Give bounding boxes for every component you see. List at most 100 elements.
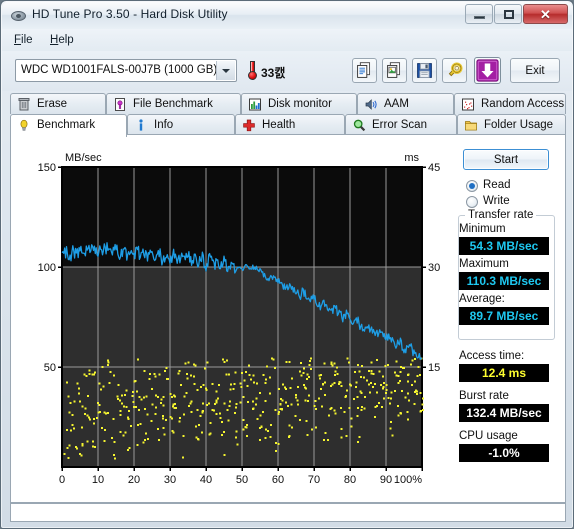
temperature-readout: 33캜 bbox=[261, 66, 286, 80]
random-access-icon bbox=[462, 98, 474, 111]
radio-read-label: Read bbox=[483, 179, 511, 191]
tab-info[interactable]: Info bbox=[127, 114, 235, 135]
title-bar: HD Tune Pro 3.50 - Hard Disk Utility ✕ bbox=[2, 2, 572, 30]
menu-bar: File Help bbox=[2, 29, 572, 51]
window-controls: ✕ bbox=[465, 4, 568, 24]
bar-chart-icon bbox=[249, 98, 261, 111]
drive-select-button[interactable] bbox=[216, 61, 235, 80]
speaker-icon bbox=[365, 99, 377, 110]
svg-text:60: 60 bbox=[272, 474, 284, 486]
copy-text-icon bbox=[357, 62, 371, 78]
tab-aam[interactable]: AAM bbox=[357, 93, 454, 114]
tab-disk-monitor[interactable]: Disk monitor bbox=[241, 93, 357, 114]
copy-text-button[interactable] bbox=[352, 58, 377, 83]
info-icon bbox=[139, 119, 143, 131]
tab-folder-usage-label: Folder Usage bbox=[484, 119, 554, 131]
magnifier-icon bbox=[353, 119, 366, 132]
transfer-rate-title: Transfer rate bbox=[465, 209, 537, 221]
folder-icon bbox=[465, 121, 477, 131]
benchmark-chart: MB/sec ms 50 100 150 15 30 45 0 10 20 30 40 50 60 70 80 9… bbox=[30, 145, 454, 497]
status-bar bbox=[10, 503, 566, 522]
tab-benchmark-label: Benchmark bbox=[37, 119, 96, 131]
radio-write-label: Write bbox=[483, 195, 510, 207]
benchmark-panel: MB/sec ms 50 100 150 15 30 45 0 10 20 30 40 50 60 70 80 9… bbox=[10, 134, 566, 503]
trash-icon bbox=[18, 98, 30, 111]
tab-benchmark[interactable]: Benchmark bbox=[10, 114, 127, 137]
svg-text:50: 50 bbox=[236, 474, 248, 486]
close-icon: ✕ bbox=[540, 7, 551, 22]
svg-text:100: 100 bbox=[38, 262, 56, 274]
tab-erase-label: Erase bbox=[37, 98, 68, 110]
start-button[interactable]: Start bbox=[463, 149, 549, 170]
svg-text:MB/sec: MB/sec bbox=[65, 152, 102, 164]
cpu-usage-label: CPU usage bbox=[459, 430, 518, 442]
maximum-value: 110.3 MB/sec bbox=[459, 272, 549, 290]
burst-rate-value: 132.4 MB/sec bbox=[459, 404, 549, 422]
copy-image-button[interactable] bbox=[382, 58, 407, 83]
tab-health[interactable]: Health bbox=[235, 114, 345, 135]
menu-item-file[interactable]: File bbox=[10, 33, 37, 47]
svg-text:20: 20 bbox=[128, 474, 140, 486]
application-window: HD Tune Pro 3.50 - Hard Disk Utility ✕ F… bbox=[0, 0, 574, 529]
svg-text:40: 40 bbox=[200, 474, 212, 486]
svg-text:80: 80 bbox=[344, 474, 356, 486]
minimize-button[interactable] bbox=[465, 4, 493, 24]
chevron-down-icon bbox=[222, 69, 230, 73]
save-icon bbox=[417, 63, 432, 78]
svg-text:150: 150 bbox=[38, 162, 56, 174]
tab-strip: Erase File Benchmark Disk monitor AAM Ra… bbox=[10, 93, 566, 137]
maximum-label: Maximum bbox=[459, 258, 509, 270]
tab-row-top: Erase File Benchmark Disk monitor AAM Ra… bbox=[10, 93, 566, 115]
close-button[interactable]: ✕ bbox=[523, 4, 568, 24]
drive-select[interactable]: WDC WD1001FALS-00J7B (1000 GB) bbox=[15, 59, 237, 82]
window-title: HD Tune Pro 3.50 - Hard Disk Utility bbox=[32, 7, 228, 21]
tab-random-access-label: Random Access bbox=[481, 98, 565, 110]
average-label: Average: bbox=[459, 293, 505, 305]
drive-select-value: WDC WD1001FALS-00J7B (1000 GB) bbox=[21, 64, 218, 76]
download-icon bbox=[476, 59, 499, 82]
minimize-icon bbox=[474, 16, 485, 19]
svg-text:10: 10 bbox=[92, 474, 104, 486]
minimum-label: Minimum bbox=[459, 223, 506, 235]
tab-erase[interactable]: Erase bbox=[10, 93, 106, 114]
tab-random-access[interactable]: Random Access bbox=[454, 93, 566, 114]
download-button[interactable] bbox=[474, 57, 501, 84]
average-value: 89.7 MB/sec bbox=[459, 307, 549, 325]
results-panel: Start Read Write Transfer rate Minimum 5… bbox=[454, 145, 558, 497]
svg-text:15: 15 bbox=[428, 362, 440, 374]
svg-text:30: 30 bbox=[428, 262, 440, 274]
copy-image-icon bbox=[387, 62, 401, 78]
svg-text:70: 70 bbox=[308, 474, 320, 486]
bulb-icon bbox=[20, 119, 28, 131]
maximize-icon bbox=[504, 10, 514, 19]
burst-rate-label: Burst rate bbox=[459, 390, 509, 402]
access-time-label: Access time: bbox=[459, 350, 525, 362]
tab-row-bottom: Benchmark Info Health Error Scan Folder … bbox=[10, 114, 566, 137]
maximize-button[interactable] bbox=[494, 4, 522, 24]
tab-error-scan-label: Error Scan bbox=[372, 119, 427, 131]
tab-aam-label: AAM bbox=[384, 98, 409, 110]
svg-text:100%: 100% bbox=[394, 474, 422, 486]
svg-text:90: 90 bbox=[380, 474, 392, 486]
tab-error-scan[interactable]: Error Scan bbox=[345, 114, 457, 135]
cpu-usage-value: -1.0% bbox=[459, 444, 549, 462]
tab-file-benchmark[interactable]: File Benchmark bbox=[106, 93, 241, 114]
options-icon bbox=[448, 62, 463, 77]
exit-button[interactable]: Exit bbox=[510, 58, 560, 83]
svg-text:0: 0 bbox=[59, 474, 65, 486]
tab-health-label: Health bbox=[262, 119, 296, 131]
options-button[interactable] bbox=[442, 58, 467, 83]
svg-text:45: 45 bbox=[428, 162, 440, 174]
radio-write-dot bbox=[466, 196, 478, 208]
tab-disk-monitor-label: Disk monitor bbox=[268, 98, 332, 110]
radio-read-dot bbox=[466, 180, 478, 192]
app-icon bbox=[10, 7, 27, 24]
minimum-value: 54.3 MB/sec bbox=[459, 237, 549, 255]
tab-folder-usage[interactable]: Folder Usage bbox=[457, 114, 566, 135]
thermometer-icon bbox=[248, 61, 257, 80]
access-time-value: 12.4 ms bbox=[459, 364, 549, 382]
tab-info-label: Info bbox=[154, 119, 174, 131]
menu-item-help[interactable]: Help bbox=[46, 33, 78, 47]
save-button[interactable] bbox=[412, 58, 437, 83]
tab-file-benchmark-label: File Benchmark bbox=[133, 98, 213, 110]
